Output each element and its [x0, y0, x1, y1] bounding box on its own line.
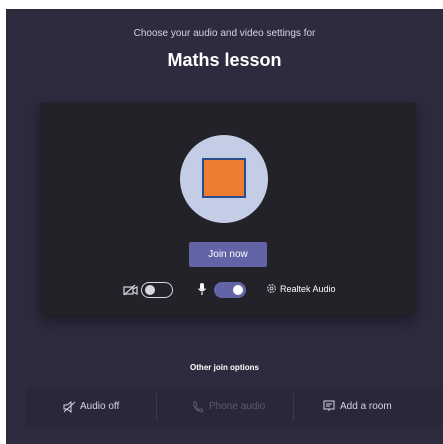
- camera-off-icon: [123, 284, 138, 296]
- microphone-toggle-knob: [233, 285, 243, 295]
- join-now-button[interactable]: Join now: [189, 242, 267, 267]
- microphone-icon: [198, 283, 206, 295]
- add-a-room-option[interactable]: Add a room: [294, 387, 443, 427]
- speaker-off-icon: [63, 401, 76, 413]
- other-join-options-heading: Other join options: [190, 363, 259, 372]
- cast-icon: [323, 400, 335, 411]
- avatar: [180, 135, 268, 223]
- add-a-room-label: Add a room: [340, 401, 392, 412]
- gear-icon[interactable]: [266, 283, 277, 294]
- other-join-options-bar: Audio off Phone audio Add a room: [26, 387, 443, 427]
- phone-audio-label: Phone audio: [209, 401, 266, 412]
- audio-off-option[interactable]: Audio off: [26, 387, 156, 427]
- phone-audio-option[interactable]: Phone audio: [157, 387, 293, 427]
- avatar-image-icon: [202, 158, 246, 198]
- settings-subtitle: Choose your audio and video settings for: [133, 28, 316, 39]
- device-controls: Realtek Audio: [40, 280, 416, 300]
- video-preview-card: Join now Realtek Audio: [40, 102, 416, 315]
- audio-device-label[interactable]: Realtek Audio: [280, 284, 336, 294]
- camera-toggle[interactable]: [141, 282, 173, 298]
- meeting-title: Maths lesson: [167, 50, 282, 70]
- audio-off-label: Audio off: [80, 401, 120, 412]
- camera-toggle-knob: [145, 285, 155, 295]
- prejoin-screen: Choose your audio and video settings for…: [6, 9, 443, 444]
- microphone-toggle[interactable]: [214, 282, 246, 298]
- phone-icon: [192, 401, 203, 413]
